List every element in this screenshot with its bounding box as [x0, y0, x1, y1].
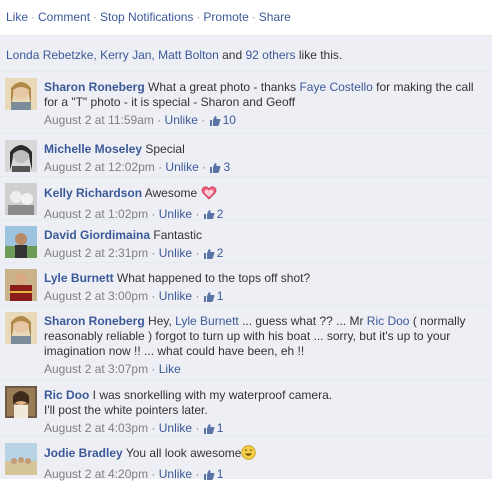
separator: ·	[148, 289, 159, 303]
comment-author[interactable]: Michelle Moseley	[44, 142, 142, 156]
unlike-link[interactable]: Unlike	[165, 113, 198, 127]
separator: ·	[93, 10, 98, 24]
comment-author[interactable]: Sharon Roneberg	[44, 314, 145, 328]
unlike-link[interactable]: Unlike	[165, 160, 198, 174]
avatar[interactable]	[5, 312, 37, 344]
like-link[interactable]: Like	[159, 362, 181, 376]
comment-timestamp[interactable]: August 2 at 11:59am	[44, 113, 154, 127]
mention-link[interactable]: Lyle Burnett	[175, 314, 239, 328]
separator: ·	[198, 160, 210, 174]
comment-item: Sharon Roneberg Hey, Lyle Burnett ... gu…	[0, 305, 492, 379]
like-count[interactable]: 1	[217, 289, 224, 303]
thumbs-up-icon	[209, 114, 221, 130]
heart-icon	[201, 185, 217, 204]
like-count[interactable]: 10	[223, 113, 236, 127]
comment-timestamp[interactable]: August 2 at 2:31pm	[44, 246, 148, 260]
comment-item: Ric Doo I was snorkelling with my waterp…	[0, 379, 492, 436]
comment-item: Lyle Burnett What happened to the tops o…	[0, 262, 492, 305]
separator: ·	[196, 10, 201, 24]
comment-author[interactable]: Sharon Roneberg	[44, 80, 145, 94]
likes-suffix: like this.	[295, 48, 343, 62]
like-link[interactable]: Like	[6, 10, 28, 24]
comment-author[interactable]: Ric Doo	[44, 388, 89, 402]
avatar[interactable]	[5, 78, 37, 110]
comment-author[interactable]: Kelly Richardson	[44, 186, 142, 200]
share-link[interactable]: Share	[259, 10, 291, 24]
avatar[interactable]	[5, 140, 37, 172]
thumbs-up-icon	[209, 161, 221, 177]
avatar[interactable]	[5, 269, 37, 301]
promote-link[interactable]: Promote	[203, 10, 248, 24]
mention-link[interactable]: Faye Costello	[299, 80, 372, 94]
comment-text: What happened to the tops off shot?	[113, 271, 311, 285]
smile-emoji-icon	[241, 445, 257, 464]
separator: ·	[251, 10, 256, 24]
unlike-link[interactable]: Unlike	[159, 421, 192, 435]
like-count[interactable]: 3	[223, 160, 230, 174]
comment-text: What a great photo - thanks	[144, 80, 300, 94]
comment-timestamp[interactable]: August 2 at 4:03pm	[44, 421, 148, 435]
likes-summary: Londa Rebetzke, Kerry Jan, Matt Bolton a…	[0, 35, 492, 71]
separator: ·	[148, 421, 159, 435]
comment-text: ... guess what ?? ... Mr	[238, 314, 367, 328]
avatar[interactable]	[5, 226, 37, 258]
comment-item: Kelly Richardson Awesome August 2 at 1:0…	[0, 176, 492, 221]
comment-text-line2: I'll post the white pointers later.	[44, 403, 208, 417]
separator: ·	[148, 362, 159, 376]
comment-item: Sharon Roneberg What a great photo - tha…	[0, 71, 492, 133]
separator: ·	[192, 421, 203, 435]
separator: ·	[31, 10, 36, 24]
liker-names-link[interactable]: Londa Rebetzke, Kerry Jan, Matt Bolton	[6, 48, 219, 62]
unlike-link[interactable]: Unlike	[159, 246, 192, 260]
post-action-bar: Like · Comment · Stop Notifications · Promote ·…	[6, 10, 291, 24]
others-link[interactable]: 92 others	[246, 48, 296, 62]
comment-item: Michelle Moseley Special August 2 at 12:…	[0, 133, 492, 176]
comment-panel: Like · Comment · Stop Notifications · Promote ·…	[0, 0, 492, 481]
comment-text: You all look awesome	[122, 446, 242, 460]
separator: ·	[192, 289, 203, 303]
comment-timestamp[interactable]: August 2 at 12:02pm	[44, 160, 155, 174]
comment-timestamp[interactable]: August 2 at 3:07pm	[44, 362, 148, 376]
comment-text: Special	[142, 142, 185, 156]
separator: ·	[148, 246, 159, 260]
comment-text: Hey,	[144, 314, 176, 328]
comment-author[interactable]: Jodie Bradley	[44, 446, 123, 460]
comment-text: I was snorkelling with my waterproof cam…	[89, 388, 333, 402]
comment-author[interactable]: David Giordimaina	[44, 228, 150, 242]
separator: ·	[153, 113, 165, 127]
comment-text: Awesome	[142, 186, 201, 200]
like-count[interactable]: 1	[217, 421, 224, 435]
avatar[interactable]	[5, 443, 37, 475]
comment-link[interactable]: Comment	[38, 10, 90, 24]
mention-link[interactable]: Ric Doo	[367, 314, 410, 328]
comment-item: Jodie Bradley You all look awesome Augus…	[0, 436, 492, 481]
thumbs-up-icon	[203, 468, 215, 484]
thumbs-up-icon	[203, 290, 215, 306]
likes-and-text: and	[218, 48, 246, 62]
separator: ·	[154, 160, 166, 174]
like-count[interactable]: 2	[217, 246, 224, 260]
comment-item: David Giordimaina Fantastic August 2 at …	[0, 219, 492, 262]
stop-notifications-link[interactable]: Stop Notifications	[100, 10, 193, 24]
separator: ·	[197, 113, 209, 127]
separator: ·	[192, 246, 203, 260]
comment-text: Fantastic	[150, 228, 203, 242]
avatar[interactable]	[5, 183, 37, 215]
avatar[interactable]	[5, 386, 37, 418]
comment-list: Sharon Roneberg What a great photo - tha…	[0, 71, 492, 481]
thumbs-up-icon	[203, 247, 215, 263]
comment-author[interactable]: Lyle Burnett	[44, 271, 114, 285]
unlike-link[interactable]: Unlike	[159, 289, 192, 303]
comment-timestamp[interactable]: August 2 at 3:00pm	[44, 289, 148, 303]
